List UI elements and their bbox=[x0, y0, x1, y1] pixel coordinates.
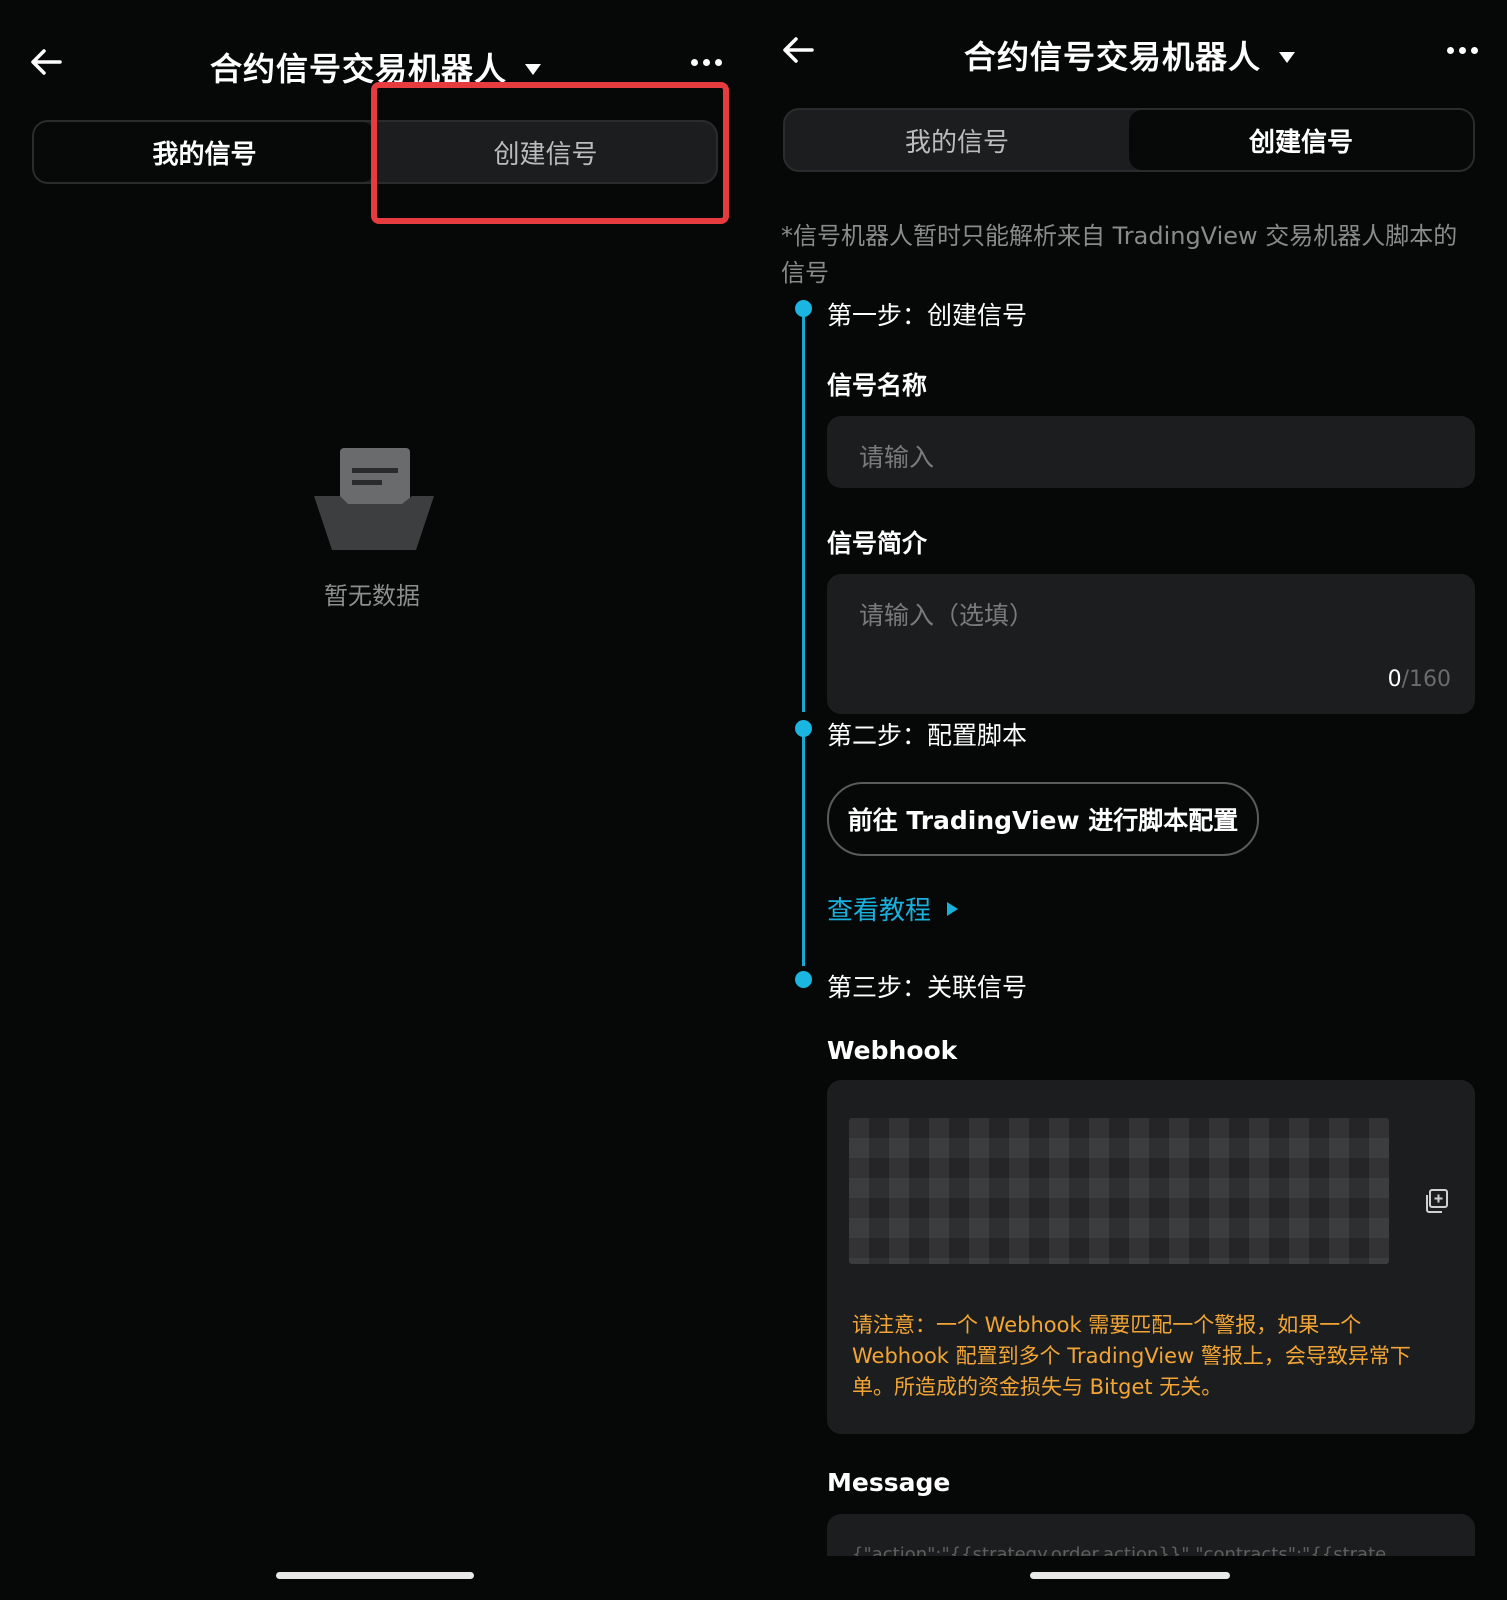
timeline-line bbox=[802, 736, 805, 966]
redacted-webhook-url bbox=[849, 1118, 1389, 1264]
arrow-left-icon bbox=[31, 49, 62, 75]
arrow-left-icon bbox=[783, 37, 814, 63]
timeline-dot bbox=[795, 971, 812, 988]
back-button[interactable] bbox=[28, 44, 64, 80]
title-dropdown[interactable]: 合约信号交易机器人 bbox=[964, 32, 1296, 78]
tab-create-signal[interactable]: 创建信号 bbox=[1129, 110, 1473, 170]
back-button[interactable] bbox=[780, 32, 816, 68]
page-title: 合约信号交易机器人 bbox=[964, 38, 1262, 76]
timeline-dot bbox=[795, 300, 812, 317]
timeline-line bbox=[802, 314, 805, 712]
step3-title: 第三步：关联信号 bbox=[827, 973, 1028, 1002]
signal-intro-label: 信号简介 bbox=[827, 529, 928, 558]
more-button[interactable] bbox=[688, 50, 724, 74]
goto-tradingview-button[interactable]: 前往 TradingView 进行脚本配置 bbox=[827, 782, 1259, 856]
signal-name-label: 信号名称 bbox=[827, 371, 928, 400]
signal-intro-textarea[interactable]: 请输入（选填） 0/160 bbox=[827, 574, 1475, 714]
message-label: Message bbox=[827, 1468, 951, 1497]
home-indicator bbox=[1030, 1572, 1230, 1579]
more-horizontal-icon bbox=[690, 58, 722, 66]
play-arrow-icon bbox=[947, 901, 959, 916]
right-screen: 合约信号交易机器人 我的信号 创建信号 *信号机器人暂时只能解析来自 Tradi… bbox=[754, 0, 1507, 1600]
signal-note: *信号机器人暂时只能解析来自 TradingView 交易机器人脚本的信号 bbox=[781, 222, 1458, 287]
caret-down-icon bbox=[1279, 51, 1296, 63]
webhook-box: 请注意：一个 Webhook 需要匹配一个警报，如果一个 Webhook 配置到… bbox=[827, 1080, 1475, 1434]
tab-bar: 我的信号 创建信号 bbox=[783, 108, 1475, 172]
home-indicator bbox=[276, 1572, 474, 1579]
tab-my-signals[interactable]: 我的信号 bbox=[785, 110, 1129, 170]
tutorial-link-label: 查看教程 bbox=[827, 896, 932, 926]
more-horizontal-icon bbox=[1446, 46, 1478, 54]
webhook-warning: 请注意：一个 Webhook 需要匹配一个警报，如果一个 Webhook 配置到… bbox=[852, 1313, 1411, 1399]
timeline-dot bbox=[795, 720, 812, 737]
step1-title: 第一步：创建信号 bbox=[827, 301, 1028, 330]
char-counter: 0/160 bbox=[1387, 667, 1451, 692]
empty-folder-icon bbox=[314, 448, 434, 550]
step2-title: 第二步：配置脚本 bbox=[827, 721, 1028, 750]
signal-name-placeholder: 请输入 bbox=[859, 443, 935, 472]
left-screen: 合约信号交易机器人 我的信号 创建信号 暂无数据 bbox=[0, 0, 754, 1600]
copy-icon[interactable] bbox=[1423, 1188, 1449, 1214]
tutorial-link[interactable]: 查看教程 bbox=[827, 890, 959, 927]
signal-intro-placeholder: 请输入（选填） bbox=[859, 601, 1035, 630]
webhook-label: Webhook bbox=[827, 1036, 958, 1065]
signal-name-input[interactable]: 请输入 bbox=[827, 416, 1475, 488]
tab-my-signals[interactable]: 我的信号 bbox=[34, 122, 375, 182]
more-button[interactable] bbox=[1444, 38, 1480, 62]
empty-state-label: 暂无数据 bbox=[324, 582, 420, 610]
caret-down-icon bbox=[525, 63, 542, 75]
highlight-annotation bbox=[371, 82, 729, 224]
